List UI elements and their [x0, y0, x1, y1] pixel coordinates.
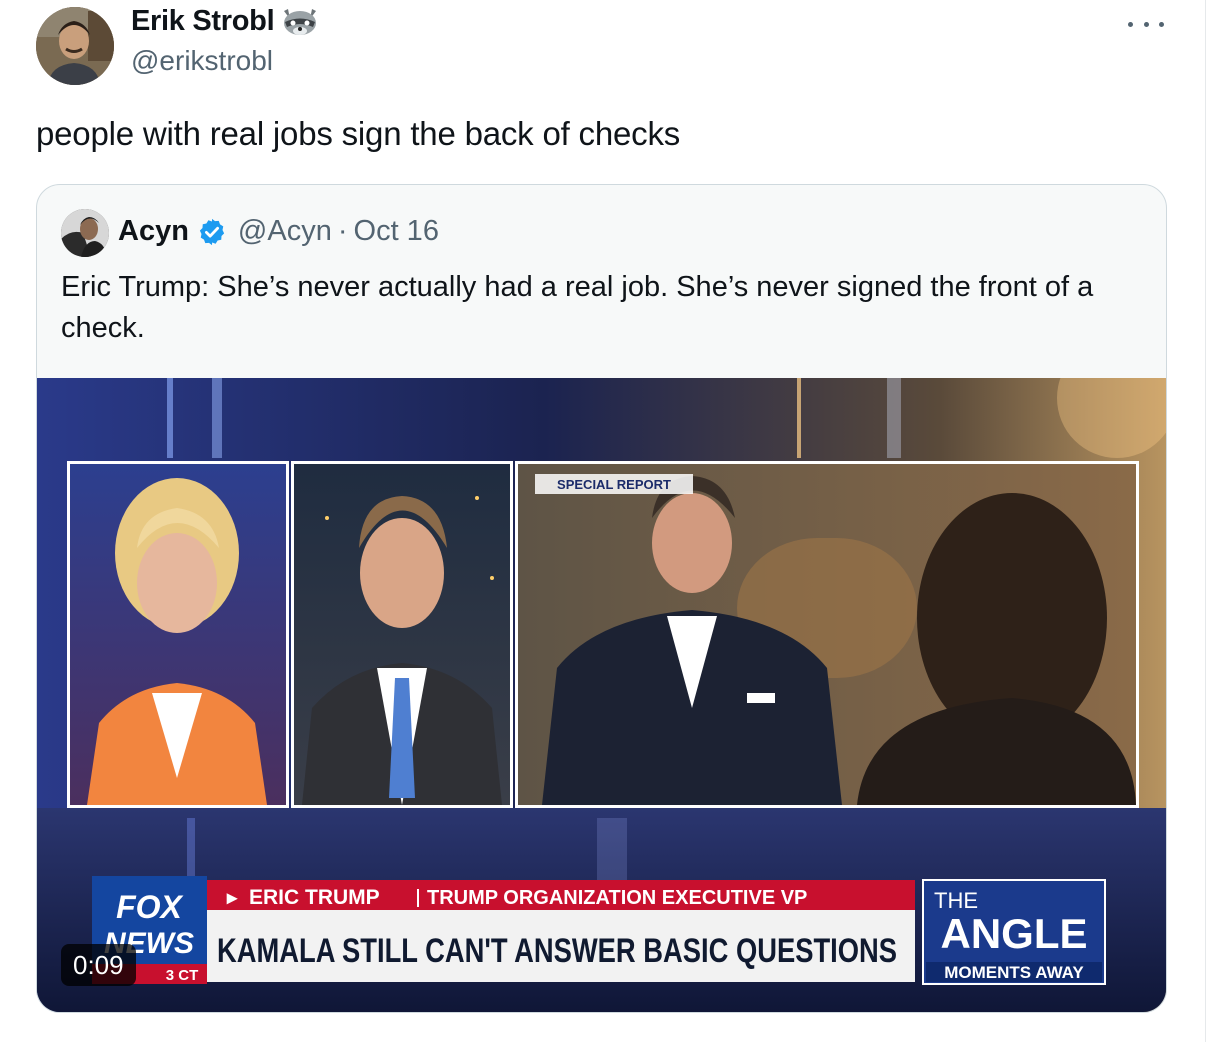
- author-name[interactable]: Erik Strobl: [131, 5, 320, 38]
- more-dot-icon: [1128, 21, 1133, 27]
- chyron-headline: KAMALA STILL CAN'T ANSWER BASIC QUESTION…: [217, 932, 897, 970]
- fox-logo-top: FOX: [116, 889, 183, 925]
- quoted-author-handle[interactable]: @Acyn: [238, 215, 332, 248]
- author-handle[interactable]: @erikstrobl: [131, 45, 273, 77]
- quoted-tweet-card[interactable]: Acyn @Acyn · Oct 16 Eric Trump: She’s ne…: [36, 184, 1167, 1013]
- more-dot-icon: [1159, 21, 1164, 27]
- quoted-tweet-text: Eric Trump: She’s never actually had a r…: [61, 271, 1094, 344]
- chyron-name: ERIC TRUMP: [249, 886, 380, 909]
- video-duration-badge: 0:09: [61, 944, 136, 986]
- quoted-author-name[interactable]: Acyn: [118, 215, 189, 248]
- special-report-tag: SPECIAL REPORT: [557, 477, 671, 492]
- timezone-tag: 3 CT: [166, 967, 199, 984]
- author-name-text: Erik Strobl: [131, 5, 275, 37]
- tweet-text: people with real jobs sign the back of c…: [36, 115, 681, 152]
- quoted-tweet-date[interactable]: Oct 16: [354, 215, 439, 248]
- raccoon-icon: [280, 7, 320, 37]
- show-name: ANGLE: [941, 910, 1088, 957]
- quoted-author-avatar[interactable]: [61, 209, 109, 257]
- show-tagline: MOMENTS AWAY: [944, 963, 1084, 982]
- quoted-tweet-header: Acyn @Acyn · Oct 16: [118, 215, 439, 248]
- author-avatar[interactable]: [36, 7, 114, 85]
- dot-separator: ·: [337, 215, 348, 247]
- chyron-title: TRUMP ORGANIZATION EXECUTIVE VP: [427, 887, 807, 909]
- video-player[interactable]: SPECIAL REPORT FOX NEWS 3 CT ▸ ERIC TRUM…: [37, 378, 1166, 1012]
- verified-badge-icon: [197, 217, 227, 247]
- more-options-button[interactable]: [1128, 10, 1164, 38]
- video-frame: SPECIAL REPORT FOX NEWS 3 CT ▸ ERIC TRUM…: [37, 378, 1166, 1012]
- svg-text:▸: ▸: [226, 887, 238, 909]
- more-dot-icon: [1143, 21, 1149, 27]
